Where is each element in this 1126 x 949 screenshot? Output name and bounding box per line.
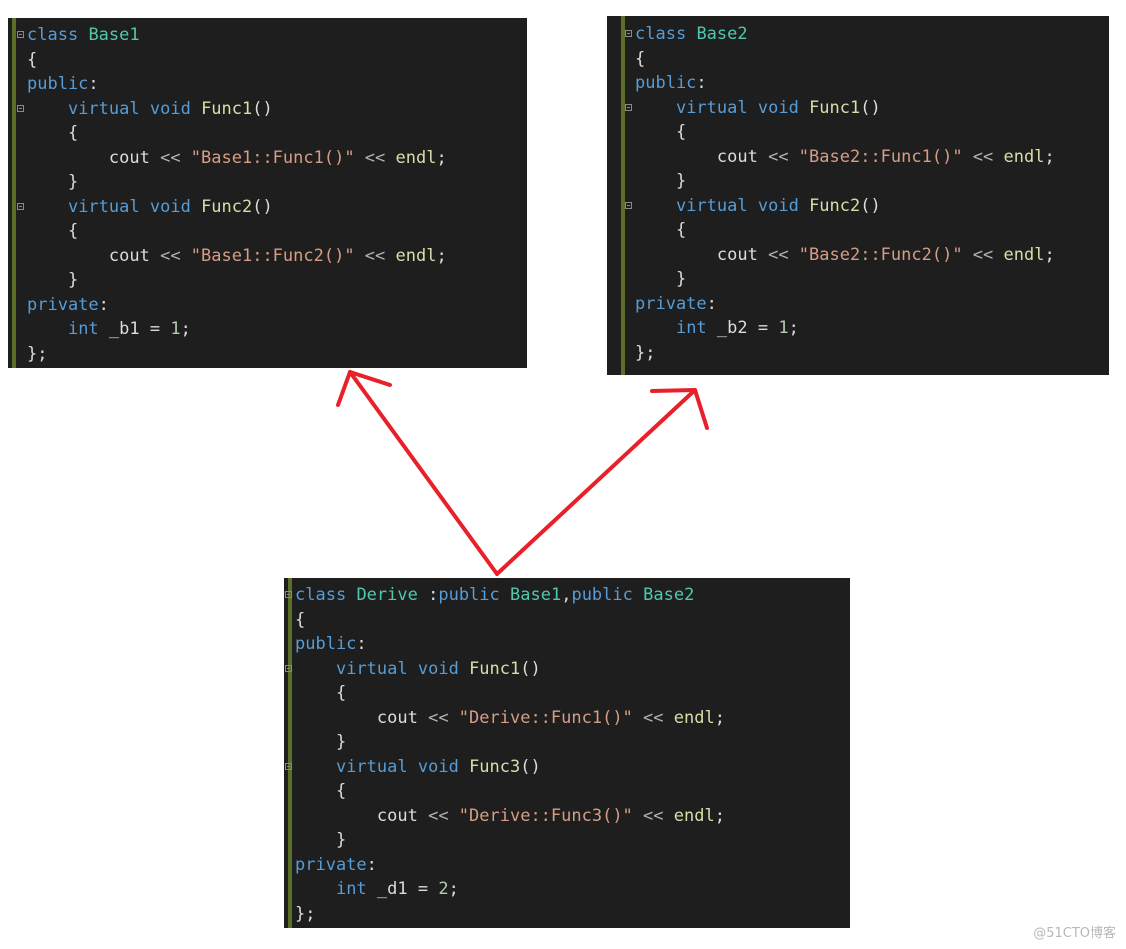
watermark: @51CTO博客 bbox=[1033, 926, 1116, 941]
arrow-to-base1-shaft bbox=[348, 370, 499, 576]
inheritance-arrows bbox=[336, 370, 709, 576]
arrow-to-base2-shaft bbox=[495, 388, 697, 576]
arrow-to-base2-head-top bbox=[650, 388, 697, 393]
arrow-to-base1-head-left bbox=[336, 370, 352, 407]
arrow-to-base2-head-bottom bbox=[693, 388, 709, 430]
